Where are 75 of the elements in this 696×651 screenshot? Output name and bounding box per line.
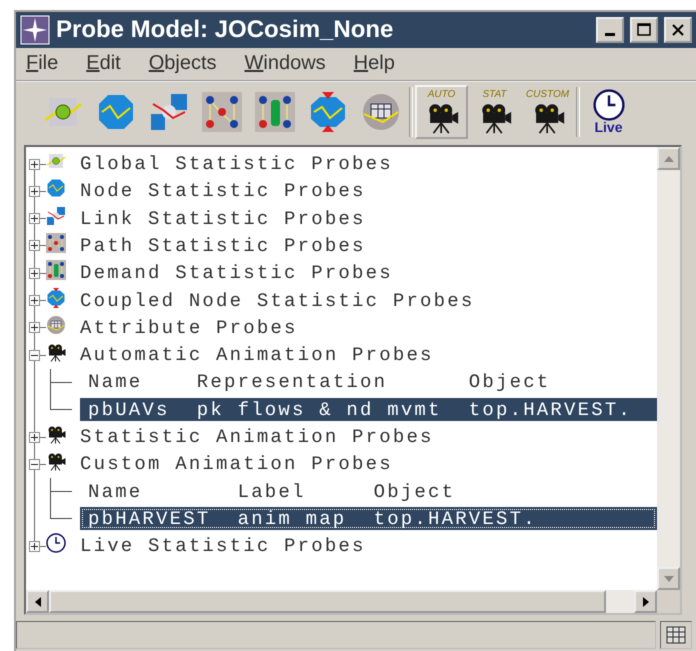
- expand-toggle[interactable]: [29, 322, 40, 334]
- camera-icon: [46, 424, 66, 444]
- scrollbar-corner: [657, 590, 680, 614]
- table-cell-text: pbUAVs: [88, 398, 171, 421]
- collapse-toggle[interactable]: [29, 458, 40, 470]
- table-cell-text: anim map: [238, 508, 348, 530]
- tree-item[interactable]: Statistic Animation Probes: [80, 426, 434, 448]
- expand-toggle[interactable]: [29, 158, 40, 170]
- close-icon: [670, 22, 686, 38]
- scroll-left-button[interactable]: [26, 590, 49, 614]
- link-icon: [46, 206, 66, 226]
- window-title: Probe Model: JOCosim_None: [56, 16, 394, 44]
- demand-icon: [254, 92, 294, 132]
- column-header: Name: [88, 480, 144, 503]
- path-icon: [46, 232, 66, 253]
- calculator-icon: [666, 626, 686, 644]
- column-header: Name: [88, 371, 144, 394]
- expand-toggle[interactable]: [29, 540, 40, 552]
- menu-item[interactable]: Windows: [240, 52, 338, 76]
- table-row[interactable]: pbHARVEST anim map top.HARVEST.: [80, 507, 657, 530]
- column-header: Object: [374, 480, 456, 503]
- tree-item[interactable]: Coupled Node Statistic Probes: [80, 290, 474, 312]
- clock-icon: [46, 533, 66, 554]
- attribute-icon: [46, 314, 66, 335]
- menu-item[interactable]: Edit: [82, 52, 133, 76]
- menu-item[interactable]: Help: [350, 52, 407, 76]
- close-button[interactable]: [664, 16, 692, 43]
- expand-toggle[interactable]: [29, 213, 40, 224]
- up-arrow-icon: [664, 156, 674, 162]
- demand-icon: [46, 260, 66, 280]
- menu-item[interactable]: File: [22, 52, 70, 76]
- tree-item[interactable]: Demand Statistic Probes: [80, 262, 393, 284]
- table-row[interactable]: pbUAVs pk flows & nd mvmt top.HARVEST.: [80, 398, 657, 422]
- column-header: Representation: [196, 371, 388, 394]
- tree-item[interactable]: Live Statistic Probes: [80, 535, 366, 558]
- path-icon: [202, 92, 242, 132]
- column-header: Label: [238, 480, 307, 503]
- tree-item[interactable]: Link Statistic Probes: [80, 208, 366, 230]
- menu-item[interactable]: Objects: [144, 52, 229, 76]
- coupled-icon: [46, 288, 66, 308]
- right-arrow-icon: [642, 596, 648, 607]
- minimize-button[interactable]: [596, 16, 624, 43]
- scroll-right-button[interactable]: [634, 590, 657, 614]
- table-cell: top.HARVEST.: [468, 398, 632, 421]
- attribute-icon: [360, 92, 400, 132]
- node-icon: [46, 178, 66, 198]
- scrollbar-thumb[interactable]: [49, 590, 606, 614]
- toolbar-button[interactable]: Live: [582, 84, 635, 139]
- tree-item[interactable]: Attribute Probes: [80, 316, 298, 339]
- table-cell: top.HARVEST.: [374, 508, 537, 530]
- maximize-icon: [636, 22, 652, 38]
- camera-icon: [46, 342, 66, 362]
- minimize-icon: [605, 33, 615, 36]
- clock-icon: [592, 89, 624, 122]
- expand-toggle[interactable]: [29, 268, 40, 279]
- tree-item[interactable]: Global Statistic Probes: [80, 153, 393, 176]
- camera-icon: [46, 451, 66, 472]
- app-icon: [20, 14, 50, 45]
- expand-toggle[interactable]: [29, 295, 40, 306]
- tree-item[interactable]: Automatic Animation Probes: [80, 344, 434, 366]
- expand-toggle[interactable]: [29, 240, 40, 252]
- scroll-up-button[interactable]: [657, 147, 680, 170]
- table-cell-text: pbHARVEST: [88, 508, 212, 530]
- collapse-toggle[interactable]: [29, 350, 40, 361]
- expand-toggle[interactable]: [29, 432, 40, 442]
- tree-item[interactable]: Path Statistic Probes: [80, 234, 366, 257]
- left-arrow-icon: [34, 596, 40, 607]
- maximize-button[interactable]: [630, 16, 658, 43]
- link-icon: [148, 92, 188, 132]
- tree-item[interactable]: Custom Animation Probes: [80, 453, 393, 476]
- column-header: Object: [468, 371, 550, 394]
- expand-toggle[interactable]: [29, 186, 40, 197]
- table-cell-text: pk flows & nd mvmt: [196, 398, 443, 421]
- down-arrow-icon: [664, 576, 674, 582]
- tree-item[interactable]: Node Statistic Probes: [80, 180, 366, 202]
